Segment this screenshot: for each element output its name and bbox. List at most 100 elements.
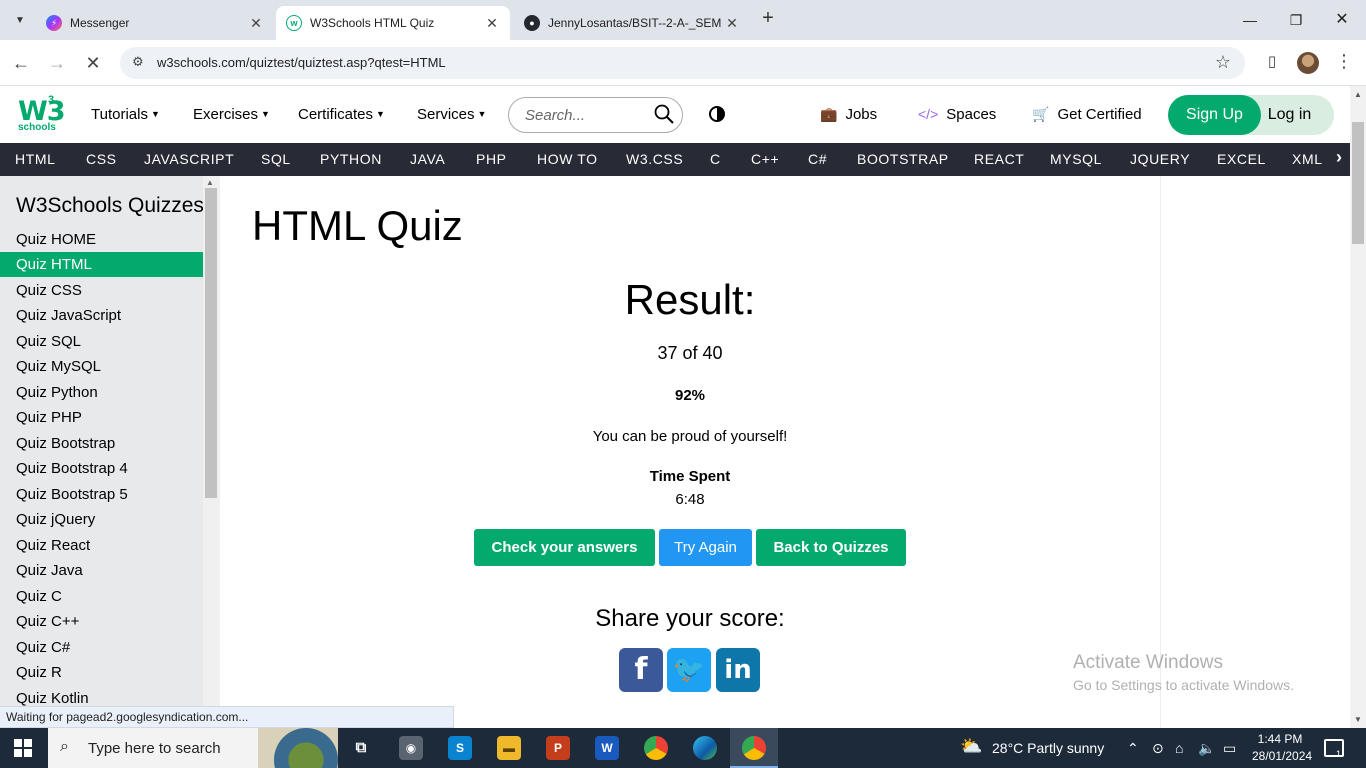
sidebar-item-quiz-r[interactable]: Quiz R	[0, 660, 203, 685]
nav-javascript[interactable]: JAVASCRIPT	[144, 151, 234, 167]
nav-react[interactable]: REACT	[974, 151, 1024, 167]
input-method-icon[interactable]: ▭	[1223, 740, 1236, 757]
nav-w3css[interactable]: W3.CSS	[626, 151, 683, 167]
sidebar-item-quiz-bootstrap-4[interactable]: Quiz Bootstrap 4	[0, 456, 203, 481]
word-icon[interactable]: W	[595, 736, 619, 760]
dark-mode-toggle-icon[interactable]	[709, 106, 725, 122]
volume-icon[interactable]: 🔈	[1198, 740, 1215, 757]
nav-cpp[interactable]: C++	[751, 151, 779, 167]
nav-css[interactable]: CSS	[86, 151, 117, 167]
nav-bootstrap[interactable]: BOOTSTRAP	[857, 151, 949, 167]
nav-xml[interactable]: XML	[1292, 151, 1323, 167]
chevron-up-icon[interactable]: ⌃	[1127, 740, 1139, 757]
tab-search-button[interactable]: ▼	[8, 8, 32, 32]
sidebar-item-quiz-bootstrap[interactable]: Quiz Bootstrap	[0, 431, 203, 456]
camera-app-icon[interactable]: ◉	[399, 736, 423, 760]
menu-tutorials[interactable]: Tutorials ▼	[91, 106, 160, 123]
chrome-icon[interactable]	[644, 736, 668, 760]
new-tab-button[interactable]: +	[757, 8, 779, 30]
sidebar-item-quiz-java[interactable]: Quiz Java	[0, 558, 203, 583]
system-clock[interactable]: 1:44 PM 28/01/2024	[1252, 731, 1312, 765]
address-bar[interactable]: ⚙ w3schools.com/quiztest/quiztest.asp?qt…	[120, 47, 1245, 79]
search-icon[interactable]	[654, 104, 674, 124]
forward-button[interactable]: →	[44, 50, 70, 76]
side-panel-icon[interactable]: ▯	[1261, 52, 1283, 74]
network-icon[interactable]: ⌂	[1175, 740, 1183, 756]
sidebar-item-quiz-mysql[interactable]: Quiz MySQL	[0, 354, 203, 379]
close-tab-icon[interactable]: ✕	[724, 15, 740, 32]
nav-html[interactable]: HTML	[15, 151, 56, 167]
spaces-link[interactable]: </> Spaces	[918, 106, 996, 123]
nav-jquery[interactable]: JQUERY	[1130, 151, 1190, 167]
notification-center-icon[interactable]: 1	[1324, 739, 1344, 759]
nav-php[interactable]: PHP	[476, 151, 507, 167]
sidebar-item-quiz-c[interactable]: Quiz C	[0, 584, 203, 609]
sidebar-item-quiz-css[interactable]: Quiz CSS	[0, 278, 203, 303]
sidebar-item-quiz-python[interactable]: Quiz Python	[0, 380, 203, 405]
nav-python[interactable]: PYTHON	[320, 151, 382, 167]
w3schools-logo[interactable]: W3 3 schools	[16, 94, 66, 136]
powerpoint-icon[interactable]: P	[546, 736, 570, 760]
taskbar-search-box[interactable]: ⌕ Type here to search	[48, 728, 338, 768]
nav-csharp[interactable]: C#	[808, 151, 827, 167]
sidebar-item-quiz-javascript[interactable]: Quiz JavaScript	[0, 303, 203, 328]
profile-avatar[interactable]	[1297, 52, 1319, 74]
check-answers-button[interactable]: Check your answers	[474, 529, 655, 566]
log-in-button[interactable]: Log in	[1262, 95, 1317, 135]
sidebar-item-quiz-sql[interactable]: Quiz SQL	[0, 329, 203, 354]
menu-certificates[interactable]: Certificates ▼	[298, 106, 385, 123]
sign-up-button[interactable]: Sign Up	[1168, 95, 1261, 135]
weather-text[interactable]: 28°C Partly sunny	[992, 740, 1104, 756]
menu-kebab-icon[interactable]: ⋮	[1333, 52, 1355, 74]
meet-now-icon[interactable]: ⊙	[1152, 740, 1164, 757]
twitter-icon[interactable]: 🐦	[667, 648, 711, 692]
linkedin-icon[interactable]: in	[716, 648, 760, 692]
chrome-profile-icon[interactable]	[742, 736, 766, 760]
back-button[interactable]: ←	[8, 50, 34, 76]
scroll-down-arrow-icon[interactable]: ▼	[1354, 715, 1362, 724]
stop-loading-button[interactable]: ✕	[80, 50, 106, 76]
nav-mysql[interactable]: MYSQL	[1050, 151, 1102, 167]
scroll-up-arrow-icon[interactable]: ▲	[206, 178, 214, 187]
restore-button[interactable]: ❐	[1284, 8, 1308, 32]
scroll-up-arrow-icon[interactable]: ▲	[1354, 90, 1362, 99]
tab-w3schools-html-quiz[interactable]: w W3Schools HTML Quiz ✕	[276, 6, 510, 40]
task-view-icon[interactable]: ⧉	[349, 736, 373, 760]
chevron-right-icon[interactable]: ›	[1336, 147, 1342, 168]
menu-services[interactable]: Services ▼	[417, 106, 486, 123]
page-scrollbar-thumb[interactable]	[1352, 122, 1364, 244]
site-info-icon[interactable]: ⚙	[132, 54, 144, 70]
sidebar-item-quiz-jquery[interactable]: Quiz jQuery	[0, 507, 203, 532]
try-again-button[interactable]: Try Again	[659, 529, 752, 566]
close-tab-icon[interactable]: ✕	[484, 15, 500, 32]
weather-icon[interactable]: ⛅	[960, 736, 982, 757]
file-explorer-icon[interactable]: ▬	[497, 736, 521, 760]
sidebar-scrollbar-thumb[interactable]	[205, 188, 217, 498]
bookmark-star-icon[interactable]: ☆	[1215, 52, 1231, 73]
nav-how-to[interactable]: HOW TO	[537, 151, 598, 167]
nav-c[interactable]: C	[710, 151, 721, 167]
sidebar-item-quiz-cpp[interactable]: Quiz C++	[0, 609, 203, 634]
sidebar-item-quiz-home[interactable]: Quiz HOME	[0, 227, 203, 252]
tab-messenger[interactable]: ⚡ Messenger ✕	[36, 6, 274, 40]
edge-icon[interactable]	[693, 736, 717, 760]
sidebar-item-quiz-csharp[interactable]: Quiz C#	[0, 635, 203, 660]
nav-java[interactable]: JAVA	[410, 151, 445, 167]
skype-icon[interactable]: S	[448, 736, 472, 760]
facebook-icon[interactable]: f	[619, 648, 663, 692]
sidebar-item-quiz-php[interactable]: Quiz PHP	[0, 405, 203, 430]
close-window-button[interactable]: ✕	[1330, 8, 1354, 32]
nav-excel[interactable]: EXCEL	[1217, 151, 1266, 167]
tab-github[interactable]: ● JennyLosantas/BSIT--2-A-_SEM ✕	[514, 6, 750, 40]
site-search-input[interactable]: Search...	[508, 97, 683, 133]
nav-sql[interactable]: SQL	[261, 151, 291, 167]
jobs-link[interactable]: 💼 Jobs	[820, 106, 877, 123]
sidebar-item-quiz-react[interactable]: Quiz React	[0, 533, 203, 558]
close-tab-icon[interactable]: ✕	[248, 15, 264, 32]
get-certified-link[interactable]: 🛒 Get Certified	[1032, 106, 1142, 123]
menu-exercises[interactable]: Exercises ▼	[193, 106, 270, 123]
page-scrollbar[interactable]: ▲ ▼	[1350, 86, 1366, 728]
back-to-quizzes-button[interactable]: Back to Quizzes	[756, 529, 906, 566]
windows-start-icon[interactable]	[14, 739, 32, 757]
sidebar-item-quiz-html[interactable]: Quiz HTML	[0, 252, 203, 277]
